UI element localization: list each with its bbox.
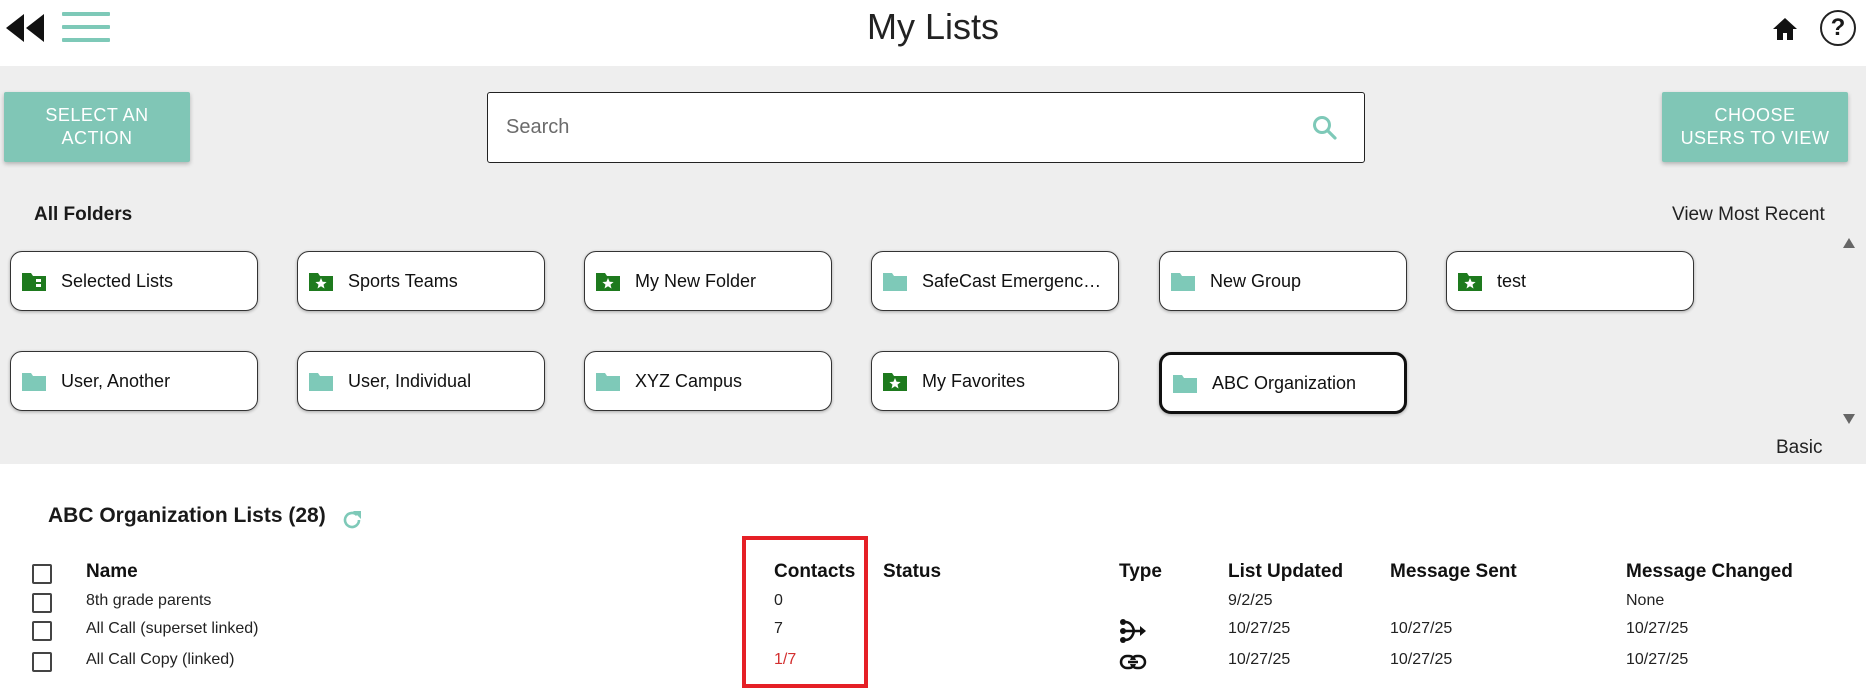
- scroll-up-arrow-icon[interactable]: [1843, 238, 1855, 248]
- search-input[interactable]: [504, 93, 1288, 162]
- folder-label: SafeCast Emergenc…: [922, 270, 1102, 291]
- list-name[interactable]: All Call Copy (linked): [86, 651, 235, 669]
- list-updated: 10/27/25: [1228, 620, 1291, 637]
- select-all-checkbox[interactable]: [32, 564, 52, 584]
- row-checkbox[interactable]: [32, 652, 52, 672]
- column-header-message-sent[interactable]: Message Sent: [1390, 561, 1517, 583]
- select-action-label: SELECT AN ACTION: [45, 105, 149, 148]
- list-name[interactable]: 8th grade parents: [86, 592, 211, 610]
- folder-card-selected-lists[interactable]: Selected Lists: [10, 251, 258, 311]
- folder-label: My New Folder: [635, 270, 757, 291]
- choose-users-label: CHOOSE USERS TO VIEW: [1680, 105, 1830, 148]
- folder-icon: [21, 370, 47, 392]
- help-icon[interactable]: ?: [1820, 10, 1856, 46]
- column-header-type[interactable]: Type: [1119, 561, 1162, 583]
- list-contacts: 0: [774, 592, 783, 609]
- list-updated: 9/2/25: [1228, 592, 1273, 609]
- folder-icon: [1172, 372, 1198, 394]
- message-changed: 10/27/25: [1626, 620, 1689, 637]
- folder-label: Sports Teams: [348, 270, 458, 291]
- folder-label: Selected Lists: [61, 270, 174, 291]
- folder-label: User, Individual: [348, 370, 472, 391]
- column-header-status[interactable]: Status: [883, 561, 941, 583]
- back-icon[interactable]: [4, 12, 48, 44]
- folder-icon: [595, 370, 621, 392]
- message-sent: 10/27/25: [1390, 651, 1453, 668]
- row-checkbox[interactable]: [32, 593, 52, 613]
- message-changed: None: [1626, 592, 1665, 609]
- star-folder-icon: [1457, 270, 1483, 292]
- folder-card-test[interactable]: test: [1446, 251, 1694, 311]
- top-bar: My Lists ?: [0, 0, 1866, 66]
- folder-label: test: [1497, 270, 1527, 291]
- page-title: My Lists: [866, 6, 999, 47]
- folder-card-my-new-folder[interactable]: My New Folder: [584, 251, 832, 311]
- choose-users-button[interactable]: CHOOSE USERS TO VIEW: [1662, 92, 1848, 162]
- star-folder-icon: [882, 370, 908, 392]
- folder-label: ABC Organization: [1212, 372, 1357, 393]
- column-header-message-changed[interactable]: Message Changed: [1626, 561, 1793, 583]
- home-icon[interactable]: [1770, 14, 1800, 44]
- search-icon[interactable]: [1312, 115, 1338, 141]
- all-folders-heading: All Folders: [34, 204, 133, 225]
- scroll-down-arrow-icon[interactable]: [1843, 414, 1855, 424]
- folder-icon: [308, 370, 334, 392]
- superset-icon: [1119, 618, 1147, 643]
- view-most-recent-link[interactable]: View Most Recent: [1672, 204, 1825, 226]
- folder-card-new-group[interactable]: New Group: [1159, 251, 1407, 311]
- hamburger-menu-icon[interactable]: [62, 12, 110, 46]
- selected-lists-folder-icon: [21, 270, 47, 292]
- folder-label: My Favorites: [922, 370, 1026, 391]
- folder-card-abc-organization[interactable]: ABC Organization: [1159, 352, 1407, 414]
- folder-card-xyz-campus[interactable]: XYZ Campus: [584, 351, 832, 411]
- link-icon: [1119, 652, 1147, 676]
- column-header-name[interactable]: Name: [86, 561, 138, 583]
- message-sent: 10/27/25: [1390, 620, 1453, 637]
- select-action-button[interactable]: SELECT AN ACTION: [4, 92, 190, 162]
- folder-card-safecast-emergency[interactable]: SafeCast Emergenc…: [871, 251, 1119, 311]
- column-header-contacts[interactable]: Contacts: [774, 561, 855, 583]
- folder-card-user-individual[interactable]: User, Individual: [297, 351, 545, 411]
- folder-label: User, Another: [61, 370, 171, 391]
- folder-label: XYZ Campus: [635, 370, 743, 391]
- list-contacts: 7: [774, 620, 783, 637]
- folder-label: New Group: [1210, 270, 1302, 291]
- folder-icon: [882, 270, 908, 292]
- lists-section-title: ABC Organization Lists (28): [48, 504, 326, 527]
- folder-icon: [1170, 270, 1196, 292]
- folder-card-user-another[interactable]: User, Another: [10, 351, 258, 411]
- basic-view-toggle[interactable]: Basic: [1776, 437, 1822, 459]
- list-name[interactable]: All Call (superset linked): [86, 620, 259, 638]
- folder-card-my-favorites[interactable]: My Favorites: [871, 351, 1119, 411]
- star-folder-icon: [308, 270, 334, 292]
- refresh-icon[interactable]: [340, 508, 364, 532]
- column-header-list-updated[interactable]: List Updated: [1228, 561, 1343, 583]
- contacts-column-highlight: [742, 536, 868, 688]
- list-contacts: 1/7: [774, 651, 797, 668]
- search-field[interactable]: [487, 92, 1365, 163]
- star-folder-icon: [595, 270, 621, 292]
- folder-card-sports-teams[interactable]: Sports Teams: [297, 251, 545, 311]
- list-updated: 10/27/25: [1228, 651, 1291, 668]
- row-checkbox[interactable]: [32, 621, 52, 641]
- message-changed: 10/27/25: [1626, 651, 1689, 668]
